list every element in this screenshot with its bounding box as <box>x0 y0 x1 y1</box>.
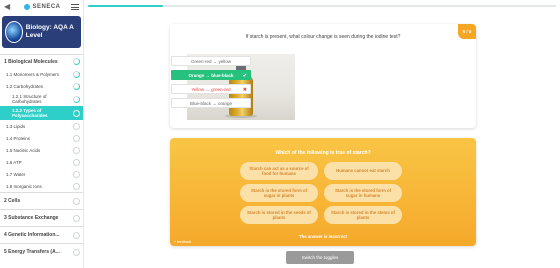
feedback-link[interactable]: + feedback <box>174 240 191 244</box>
progress-ring-icon <box>73 182 80 190</box>
question-text: If starch is present, what colour change… <box>245 34 401 40</box>
toggle-option[interactable]: Humans cannot eat starch <box>324 162 402 180</box>
switch-toggles-button[interactable]: Switch the toggles <box>286 251 354 264</box>
answer-option-correct[interactable]: Orange → blue-black ✔ <box>171 70 251 80</box>
progress-ring-icon <box>73 70 80 78</box>
toggle-option[interactable]: Starch is stored in the seeds of plants <box>240 206 318 224</box>
progress-ring-icon <box>73 82 80 90</box>
sidebar-section-title[interactable]: 2 Cells <box>0 193 83 209</box>
course-title: Biology: AQA A Level <box>25 24 74 39</box>
sidebar-section-1: 1 Biological Molecules 1.1 Monomers & Po… <box>0 54 83 192</box>
sidebar-item-nucleic-acids[interactable]: 1.5 Nucleic Acids <box>0 144 83 156</box>
cross-icon: ✖ <box>242 87 247 93</box>
sidebar-section-title[interactable]: 5 Energy Transfers (A... <box>0 244 83 260</box>
answer-option[interactable]: Green-red → yellow <box>171 56 251 66</box>
answer-option[interactable]: Blue-black → orange <box>171 98 251 108</box>
progress-ring-icon <box>73 95 80 103</box>
sidebar-topbar: ◀ SENECA <box>0 0 83 14</box>
brand-logo: SENECA <box>24 4 60 10</box>
progress-ring-icon <box>73 122 80 130</box>
sidebar-item-monomers[interactable]: 1.1 Monomers & Polymers <box>0 68 83 80</box>
toggle-option[interactable]: Starch is the stored form of sugar in pl… <box>240 184 318 202</box>
progress-ring-icon <box>73 197 80 205</box>
sidebar-item-carbohydrates[interactable]: 1.2 Carbohydrates <box>0 80 83 92</box>
progress-ring-icon <box>73 109 80 117</box>
seneca-logo-icon <box>24 4 31 10</box>
progress-ring-icon <box>73 214 80 222</box>
hamburger-menu-icon[interactable] <box>70 4 79 10</box>
question-counter-badge: 5 / 6 <box>458 24 476 39</box>
check-icon: ✔ <box>242 73 247 79</box>
progress-ring-icon <box>73 134 80 142</box>
sidebar-section-5: 5 Energy Transfers (A... <box>0 243 83 260</box>
sidebar-section-title[interactable]: 4 Genetic Information... <box>0 227 83 243</box>
question-text: Which of the following is true of starch… <box>275 150 371 156</box>
toggle-option[interactable]: Starch is the stored form of sugar in hu… <box>324 184 402 202</box>
back-arrow-icon[interactable]: ◀ <box>4 2 14 12</box>
sidebar-item-inorganic-ions[interactable]: 1.8 Inorganic Ions <box>0 180 83 192</box>
sidebar-section-title[interactable]: 1 Biological Molecules <box>0 55 83 68</box>
session-progress-bar <box>88 5 556 7</box>
sidebar-section-3: 3 Substance Exchange <box>0 209 83 226</box>
sidebar-item-atp[interactable]: 1.6 ATP <box>0 156 83 168</box>
progress-ring-icon <box>73 158 80 166</box>
course-header[interactable]: Biology: AQA A Level <box>2 16 81 48</box>
sidebar-section-title[interactable]: 3 Substance Exchange <box>0 210 83 226</box>
sidebar-item-water[interactable]: 1.7 Water <box>0 168 83 180</box>
sidebar-item-polysaccharides[interactable]: 1.2.2 Types of Polysaccharides <box>0 106 83 120</box>
sidebar-item-lipids[interactable]: 1.3 Lipids <box>0 120 83 132</box>
answer-status: The answer is incorrect <box>298 234 347 239</box>
progress-ring-icon <box>73 58 80 65</box>
progress-ring-icon <box>73 231 80 239</box>
toggle-option[interactable]: Starch is stored in the stems of plants <box>324 206 402 224</box>
progress-ring-icon <box>73 170 80 178</box>
sidebar-item-structure-carbohydrates[interactable]: 1.2.1 Structure of Carbohydrates <box>0 92 83 106</box>
question-card-starch: Which of the following is true of starch… <box>170 138 476 246</box>
progress-ring-icon <box>73 248 80 256</box>
sidebar-section-4: 4 Genetic Information... <box>0 226 83 243</box>
course-icon <box>5 21 23 43</box>
session-progress-fill <box>88 5 163 7</box>
progress-ring-icon <box>73 146 80 154</box>
answer-option-wrong[interactable]: Yellow → green-red ✖ <box>171 84 251 94</box>
sidebar-item-proteins[interactable]: 1.4 Proteins <box>0 132 83 144</box>
sidebar: ◀ SENECA Biology: AQA A Level 1 Biologic… <box>0 0 84 268</box>
sidebar-section-2: 2 Cells <box>0 192 83 209</box>
brand-name: SENECA <box>32 4 61 10</box>
toggle-option[interactable]: Starch can act as a source of food for h… <box>240 162 318 180</box>
